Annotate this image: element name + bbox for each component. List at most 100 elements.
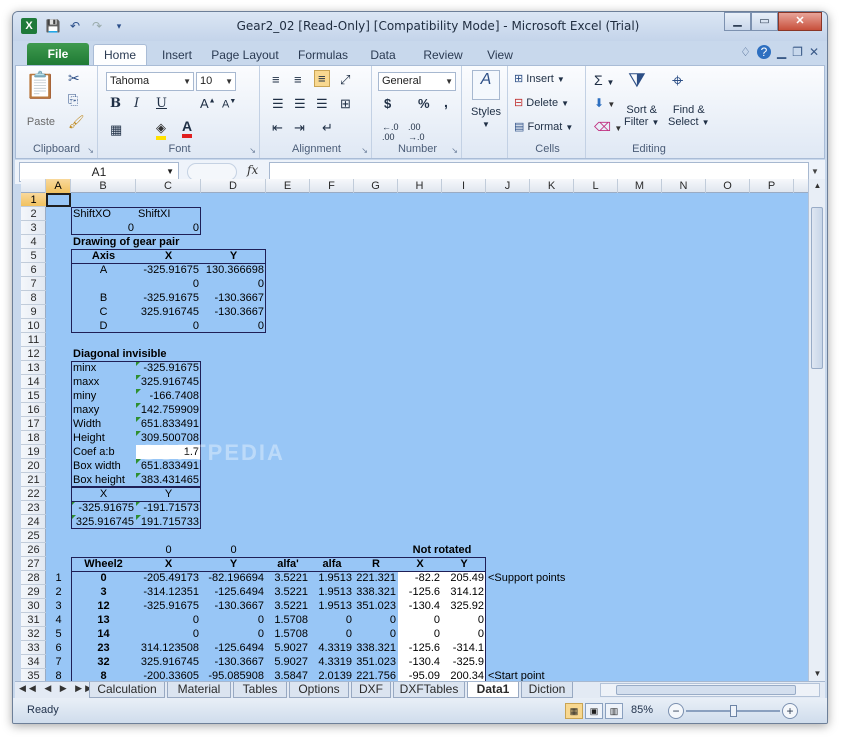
increase-indent-icon[interactable]: ⇥ bbox=[294, 120, 305, 136]
cell-b33[interactable]: 23 bbox=[71, 641, 136, 655]
alignment-launcher-icon[interactable]: ↘ bbox=[361, 146, 368, 155]
cell-b32[interactable]: 14 bbox=[71, 627, 136, 641]
worksheet-grid[interactable]: ABCDEFGHIJKLMNOP 1 2 3 4 5 6 7 8 9 10 11 12 13 14 15 16… bbox=[21, 179, 808, 681]
cell-d9[interactable]: -130.3667 bbox=[201, 305, 266, 319]
cell-b15[interactable]: miny bbox=[71, 389, 136, 403]
cell-i30[interactable]: 325.92 bbox=[442, 599, 486, 613]
cell-b21[interactable]: Box height bbox=[71, 473, 136, 487]
cell-b4[interactable]: Drawing of gear pair bbox=[71, 235, 266, 249]
font-name-combo[interactable]: Tahoma ▼ bbox=[106, 72, 194, 91]
row-header-32[interactable]: 32 bbox=[21, 627, 46, 641]
column-header-f[interactable]: F bbox=[310, 179, 354, 193]
cell-i35[interactable]: 200.34 bbox=[442, 669, 486, 681]
cell-b14[interactable]: maxx bbox=[71, 375, 136, 389]
font-color-icon[interactable]: A bbox=[182, 118, 193, 138]
insert-function-icon[interactable]: fx bbox=[247, 163, 258, 177]
maximize-button[interactable]: ▭ bbox=[751, 12, 778, 31]
clipboard-launcher-icon[interactable]: ↘ bbox=[87, 146, 94, 155]
column-header-n[interactable]: N bbox=[662, 179, 706, 193]
cell-e32[interactable]: 1.5708 bbox=[266, 627, 310, 641]
cell-a34[interactable]: 7 bbox=[46, 655, 71, 669]
cell-c29[interactable]: -314.12351 bbox=[136, 585, 201, 599]
tab-review[interactable]: Review bbox=[417, 45, 469, 65]
column-header-c[interactable]: C bbox=[136, 179, 201, 193]
cell-b27[interactable]: Wheel2 bbox=[71, 557, 136, 571]
cell-c22[interactable]: Y bbox=[136, 487, 201, 501]
page-layout-view-icon[interactable]: ▣ bbox=[585, 703, 603, 719]
cell-b30[interactable]: 12 bbox=[71, 599, 136, 613]
cell-b19[interactable]: Coef a:b bbox=[71, 445, 136, 459]
column-header-p[interactable]: P bbox=[750, 179, 794, 193]
cell-b13[interactable]: minx bbox=[71, 361, 136, 375]
cell-b8[interactable]: B bbox=[71, 291, 136, 305]
cell-c21[interactable]: 383.431465 bbox=[136, 473, 201, 487]
scroll-down-icon[interactable]: ▼ bbox=[810, 667, 825, 681]
cell-c9[interactable]: 325.916745 bbox=[136, 305, 201, 319]
paste-button[interactable]: 📋 bbox=[24, 70, 56, 108]
column-header-k[interactable]: K bbox=[530, 179, 574, 193]
row-header-15[interactable]: 15 bbox=[21, 389, 46, 403]
cell-e28[interactable]: 3.5221 bbox=[266, 571, 310, 585]
row-header-19[interactable]: 19 bbox=[21, 445, 46, 459]
cell-c16[interactable]: 142.759909 bbox=[136, 403, 201, 417]
customize-qat-icon[interactable]: ▾ bbox=[111, 18, 127, 34]
cell-i28[interactable]: 205.49 bbox=[442, 571, 486, 585]
row-header-14[interactable]: 14 bbox=[21, 375, 46, 389]
italic-button[interactable]: I bbox=[134, 96, 139, 111]
cell-a30[interactable]: 3 bbox=[46, 599, 71, 613]
cell-c13[interactable]: -325.91675 bbox=[136, 361, 201, 375]
row-header-7[interactable]: 7 bbox=[21, 277, 46, 291]
row-header-12[interactable]: 12 bbox=[21, 347, 46, 361]
autosum-icon[interactable]: Σ ▼ bbox=[594, 72, 614, 88]
align-middle-icon[interactable]: ≡ bbox=[294, 72, 302, 87]
horizontal-scrollbar[interactable] bbox=[600, 683, 820, 697]
cell-g33[interactable]: 338.321 bbox=[354, 641, 398, 655]
cell-c28[interactable]: -205.49173 bbox=[136, 571, 201, 585]
cell-d35[interactable]: -95.085908 bbox=[201, 669, 266, 681]
active-cell-a1[interactable] bbox=[46, 193, 71, 207]
sheet-tab-dxf[interactable]: DXF bbox=[351, 682, 391, 698]
workbook-minimize-icon[interactable]: ▁ bbox=[777, 45, 786, 59]
cell-e34[interactable]: 5.9027 bbox=[266, 655, 310, 669]
tab-insert[interactable]: Insert bbox=[151, 45, 203, 65]
cell-b6[interactable]: A bbox=[71, 263, 136, 277]
column-header-e[interactable]: E bbox=[266, 179, 310, 193]
cell-e33[interactable]: 5.9027 bbox=[266, 641, 310, 655]
cell-b29[interactable]: 3 bbox=[71, 585, 136, 599]
tab-home[interactable]: Home bbox=[93, 44, 147, 65]
font-size-combo[interactable]: 10 ▼ bbox=[196, 72, 236, 91]
cell-a35[interactable]: 8 bbox=[46, 669, 71, 681]
column-header-h[interactable]: H bbox=[398, 179, 442, 193]
cell-c24[interactable]: 191.715733 bbox=[136, 515, 201, 529]
row-header-11[interactable]: 11 bbox=[21, 333, 46, 347]
vertical-scrollbar[interactable]: ▲ ▼ bbox=[808, 179, 825, 681]
zoom-slider[interactable]: − + bbox=[668, 703, 798, 719]
row-header-25[interactable]: 25 bbox=[21, 529, 46, 543]
cell-c31[interactable]: 0 bbox=[136, 613, 201, 627]
cell-f30[interactable]: 1.9513 bbox=[310, 599, 354, 613]
tab-page-layout[interactable]: Page Layout bbox=[205, 45, 285, 65]
cell-c2[interactable]: ShiftXI bbox=[136, 207, 201, 221]
cell-d31[interactable]: 0 bbox=[201, 613, 266, 627]
zoom-knob[interactable] bbox=[730, 705, 737, 717]
cell-e31[interactable]: 1.5708 bbox=[266, 613, 310, 627]
cell-h26[interactable]: Not rotated bbox=[398, 543, 486, 557]
cell-f35[interactable]: 2.0139 bbox=[310, 669, 354, 681]
cell-h30[interactable]: -130.4 bbox=[398, 599, 442, 613]
cell-c30[interactable]: -325.91675 bbox=[136, 599, 201, 613]
column-header-m[interactable]: M bbox=[618, 179, 662, 193]
cell-h27[interactable]: X bbox=[398, 557, 442, 571]
delete-cells-button[interactable]: ⊟ Delete ▼ bbox=[514, 96, 569, 109]
cell-b35[interactable]: 8 bbox=[71, 669, 136, 681]
column-header-d[interactable]: D bbox=[201, 179, 266, 193]
format-painter-icon[interactable]: 🖌 bbox=[68, 114, 85, 130]
cell-d34[interactable]: -130.3667 bbox=[201, 655, 266, 669]
cell-b24[interactable]: 325.916745 bbox=[71, 515, 136, 529]
align-right-icon[interactable]: ☰ bbox=[316, 96, 328, 112]
cell-c32[interactable]: 0 bbox=[136, 627, 201, 641]
cell-b2[interactable]: ShiftXO bbox=[71, 207, 136, 221]
decrease-decimal-icon[interactable]: .00 →.0 bbox=[408, 122, 425, 142]
cell-c5[interactable]: X bbox=[136, 249, 201, 263]
grow-font-icon[interactable]: A▲ bbox=[200, 96, 216, 111]
cell-g35[interactable]: 221.756 bbox=[354, 669, 398, 681]
